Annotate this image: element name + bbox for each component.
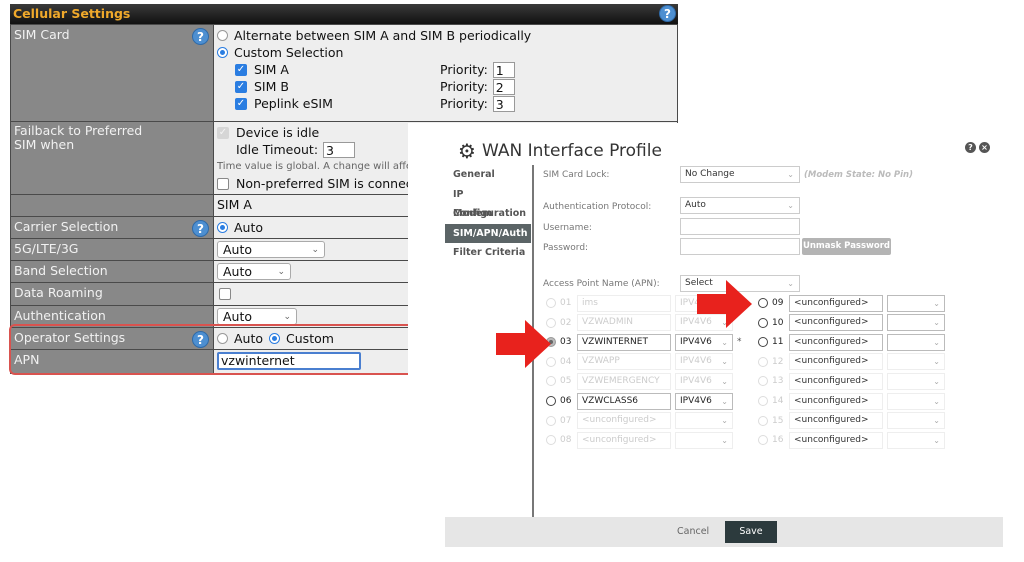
red-arrow-right-top <box>697 280 752 328</box>
annotation-arrows <box>496 280 752 368</box>
red-arrow-right-left <box>496 320 551 368</box>
